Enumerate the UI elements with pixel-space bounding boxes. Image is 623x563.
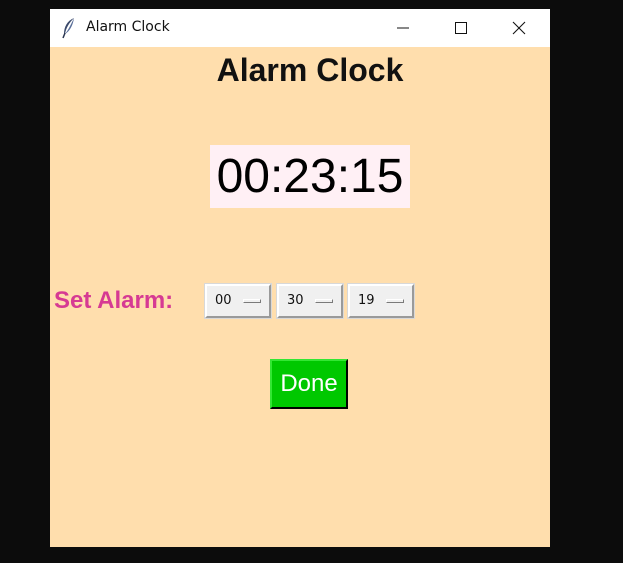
maximize-button[interactable] <box>432 9 490 47</box>
maximize-icon <box>455 22 467 34</box>
current-time: 00:23:15 <box>216 150 404 203</box>
feather-icon <box>62 17 76 39</box>
set-alarm-label: Set Alarm: <box>54 287 174 314</box>
minimize-button[interactable] <box>374 9 432 47</box>
alarm-minute-value: 30 <box>287 293 304 308</box>
close-icon <box>512 21 526 35</box>
alarm-hour-select[interactable]: 00 <box>204 283 272 319</box>
title-bar[interactable]: Alarm Clock <box>50 9 550 47</box>
close-button[interactable] <box>490 9 548 47</box>
alarm-hour-value: 00 <box>215 293 232 308</box>
alarm-second-value: 19 <box>358 293 375 308</box>
page-title: Alarm Clock <box>216 52 404 88</box>
done-button[interactable]: Done <box>270 359 348 409</box>
app-window: Alarm Clock Alarm Clock 00:23:15 Set Ala… <box>50 9 550 547</box>
dropdown-indicator-icon <box>315 299 333 303</box>
app-body: Alarm Clock 00:23:15 Set Alarm: 00 30 19… <box>50 47 550 547</box>
clock-display: 00:23:15 <box>210 145 410 208</box>
alarm-minute-select[interactable]: 30 <box>276 283 344 319</box>
minimize-icon <box>397 27 409 29</box>
window-title: Alarm Clock <box>86 19 170 35</box>
done-button-label: Done <box>280 370 338 397</box>
dropdown-indicator-icon <box>386 299 404 303</box>
alarm-second-select[interactable]: 19 <box>347 283 415 319</box>
dropdown-indicator-icon <box>243 299 261 303</box>
